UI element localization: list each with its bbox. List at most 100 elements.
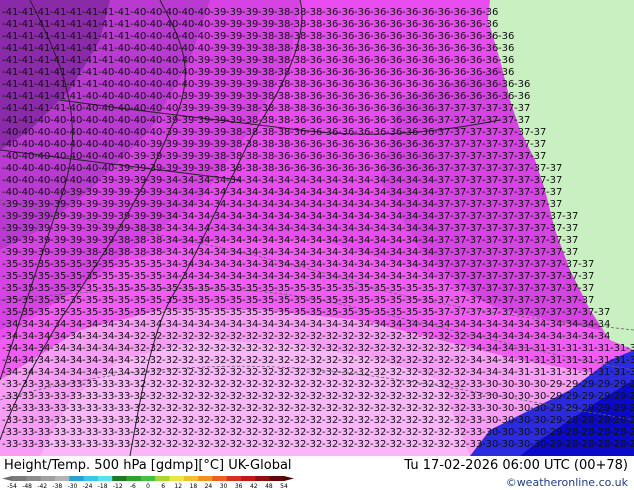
temperature-label: -39 [2, 223, 18, 234]
temperature-label: -37 [530, 223, 546, 234]
temperature-label: -37 [482, 199, 498, 210]
temperature-label: -40 [130, 67, 146, 78]
temperature-label: -36 [354, 91, 370, 102]
temperature-label: -37 [546, 175, 562, 186]
temperature-label: -40 [114, 91, 130, 102]
temperature-label: -33 [66, 427, 82, 438]
temperature-label: -34 [82, 331, 98, 342]
map-footer: Height/Temp. 500 hPa [gdmp][°C] UK-Globa… [0, 456, 634, 490]
temperature-label: -37 [578, 271, 594, 282]
temperature-label: -41 [98, 43, 114, 54]
temperature-label: -40 [50, 139, 66, 150]
temperature-label: -35 [2, 259, 18, 270]
temperature-label: -39 [210, 55, 226, 66]
temperature-label: -32 [194, 439, 210, 450]
temperature-label: -32 [226, 355, 242, 366]
temperature-label: -35 [242, 283, 258, 294]
temperature-label: -34 [402, 175, 418, 186]
temperature-label: -32 [322, 439, 338, 450]
temperature-label: -34 [274, 271, 290, 282]
temperature-label: -35 [34, 307, 50, 318]
temperature-label: -36 [338, 7, 354, 18]
temperature-label: -36 [386, 151, 402, 162]
temperature-label: -34 [402, 271, 418, 282]
temperature-label: -41 [114, 31, 130, 42]
legend-tick-label: 24 [205, 483, 213, 488]
temperature-label: -36 [306, 55, 322, 66]
temperature-label: -39 [98, 211, 114, 222]
temperature-label: -32 [226, 367, 242, 378]
temperature-label: -37 [562, 223, 578, 234]
temperature-label: -36 [418, 91, 434, 102]
temperature-label: -30 [514, 379, 530, 390]
temperature-label: -37 [546, 283, 562, 294]
temperature-label: -37 [514, 175, 530, 186]
temperature-label: -41 [2, 103, 18, 114]
temperature-label: -41 [2, 91, 18, 102]
temperature-label: -39 [242, 79, 258, 90]
temperature-label: -32 [354, 403, 370, 414]
temperature-label: -32 [226, 403, 242, 414]
temperature-label: -39 [98, 187, 114, 198]
temperature-label: -35 [322, 283, 338, 294]
temperature-label: -34 [178, 187, 194, 198]
temperature-label: -37 [450, 199, 466, 210]
temperature-label: -38 [242, 163, 258, 174]
temperature-label: -37 [450, 247, 466, 258]
temperature-label: -37 [482, 127, 498, 138]
temperature-label: -41 [82, 31, 98, 42]
temperature-label: -41 [66, 7, 82, 18]
temperature-label: -36 [402, 7, 418, 18]
legend-tick-label: 48 [265, 483, 273, 488]
temperature-label: -36 [338, 115, 354, 126]
temperature-label: -40 [146, 91, 162, 102]
temperature-label: -32 [370, 439, 386, 450]
temperature-label: -39 [226, 79, 242, 90]
temperature-label: -34 [114, 367, 130, 378]
temperature-label: -36 [466, 67, 482, 78]
temperature-label: -40 [178, 67, 194, 78]
legend-tick-label: 18 [190, 483, 198, 488]
temperature-label: -32 [306, 415, 322, 426]
temperature-label: -36 [370, 103, 386, 114]
temperature-label: -39 [146, 139, 162, 150]
temperature-label: -32 [354, 427, 370, 438]
temperature-label: -32 [290, 415, 306, 426]
temperature-label: -36 [306, 127, 322, 138]
temperature-label: -34 [50, 355, 66, 366]
temperature-label: -32 [322, 367, 338, 378]
temperature-label: -36 [338, 127, 354, 138]
temperature-label: -29 [562, 391, 578, 402]
temperature-label: -34 [370, 259, 386, 270]
temperature-label: -38 [274, 91, 290, 102]
temperature-label: -37 [530, 283, 546, 294]
temperature-label: -37 [594, 307, 610, 318]
temperature-label: -34 [418, 271, 434, 282]
temperature-label: -34 [290, 223, 306, 234]
temperature-label: -32 [242, 439, 258, 450]
temperature-label: -34 [82, 355, 98, 366]
temperature-label: -39 [210, 103, 226, 114]
temperature-label: -34 [210, 175, 226, 186]
temperature-label: -34 [162, 175, 178, 186]
temperature-label: -36 [482, 31, 498, 42]
temperature-label: -37 [578, 307, 594, 318]
temperature-label: -39 [34, 247, 50, 258]
temperature-label: -32 [322, 403, 338, 414]
temperature-label: -33 [18, 391, 34, 402]
temperature-label: -32 [370, 367, 386, 378]
temperature-label: -35 [370, 307, 386, 318]
temperature-label: -37 [498, 151, 514, 162]
temperature-label: -37 [546, 247, 562, 258]
temperature-label: -34 [370, 271, 386, 282]
temperature-label: -36 [322, 79, 338, 90]
temperature-label: -32 [178, 379, 194, 390]
temperature-label: -34 [258, 223, 274, 234]
temperature-label: -36 [386, 67, 402, 78]
temperature-label: -33 [114, 379, 130, 390]
temperature-label: -41 [34, 7, 50, 18]
temperature-label: -40 [146, 31, 162, 42]
temperature-label: -32 [306, 427, 322, 438]
temperature-label: -35 [98, 307, 114, 318]
temperature-label: -37 [514, 151, 530, 162]
